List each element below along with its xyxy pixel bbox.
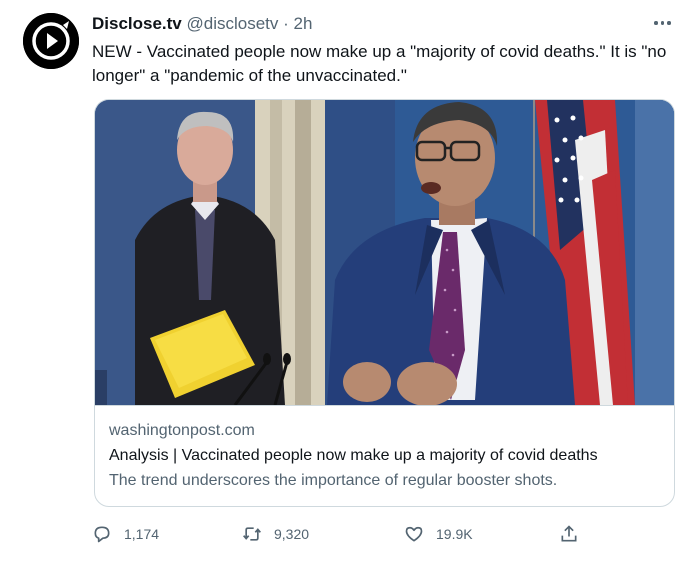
reply-icon (94, 526, 110, 543)
retweet-count: 9,320 (274, 526, 310, 542)
card-headline: Analysis | Vaccinated people now make up… (109, 447, 598, 464)
retweet-button[interactable]: 9,320 (242, 520, 309, 548)
retweet-icon (243, 527, 261, 541)
share-button[interactable] (559, 520, 579, 548)
like-count: 19.9K (436, 526, 473, 542)
tweet-actions: 1,174 9,320 19.9K (92, 520, 592, 548)
author-name[interactable]: Disclose.tv (92, 14, 182, 33)
press-briefing-photo (95, 100, 674, 405)
more-options-icon[interactable] (654, 14, 676, 32)
card-image[interactable] (95, 100, 674, 405)
card-info[interactable]: washingtonpost.com Analysis | Vaccinated… (95, 405, 674, 506)
card-description: The trend underscores the importance of … (109, 472, 558, 489)
heart-icon (405, 526, 423, 542)
link-card[interactable]: washingtonpost.com Analysis | Vaccinated… (94, 99, 675, 507)
share-icon (561, 525, 577, 542)
tweet[interactable]: Disclose.tv @disclosetv · 2h NEW - Vacci… (0, 0, 700, 561)
play-logo-icon (23, 13, 79, 69)
avatar[interactable] (23, 13, 79, 69)
reply-button[interactable]: 1,174 (92, 520, 159, 548)
card-domain: washingtonpost.com (109, 422, 255, 439)
tweet-header: Disclose.tv @disclosetv · 2h (92, 14, 312, 34)
timestamp[interactable]: 2h (294, 14, 313, 33)
reply-count: 1,174 (124, 526, 160, 542)
tweet-text: NEW - Vaccinated people now make up a "m… (92, 42, 667, 85)
author-handle[interactable]: @disclosetv (187, 14, 279, 33)
like-button[interactable]: 19.9K (404, 520, 473, 548)
separator: · (283, 14, 289, 33)
